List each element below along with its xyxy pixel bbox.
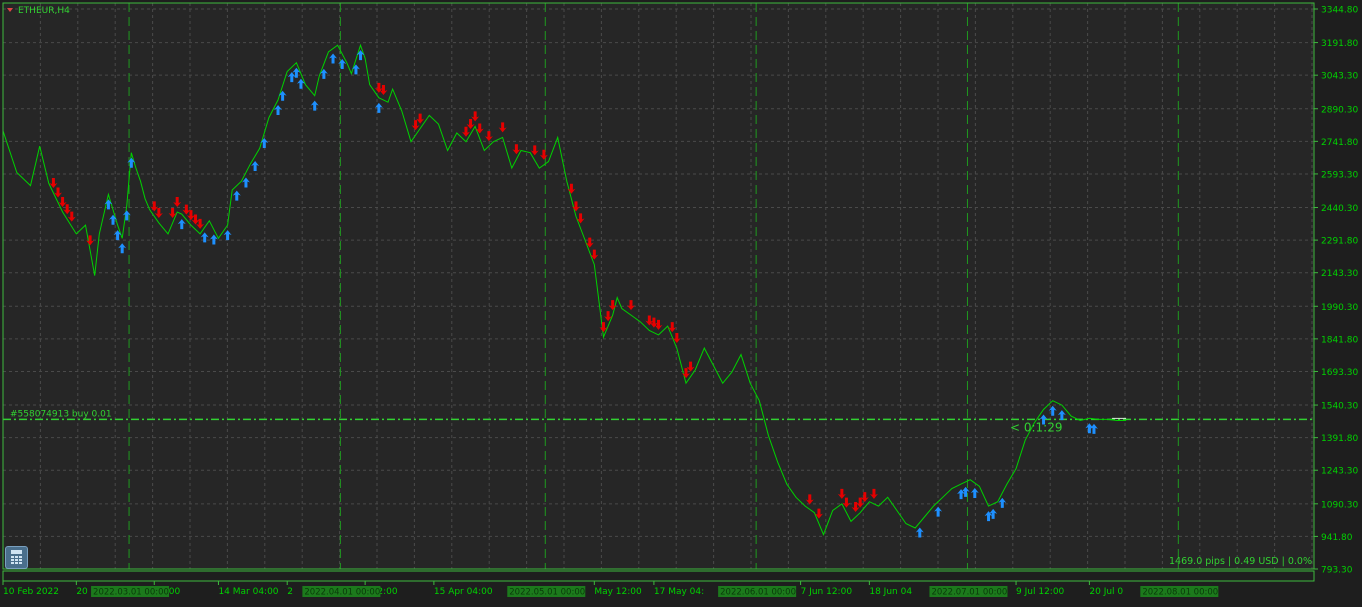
price-label: 3344.80 bbox=[1321, 6, 1358, 16]
price-label: 2143.30 bbox=[1321, 269, 1358, 279]
price-label: 1090.30 bbox=[1321, 500, 1358, 510]
separator-label: 2022.03.01 00:00 bbox=[93, 588, 169, 598]
price-label: 2593.30 bbox=[1321, 170, 1358, 180]
price-label: 1540.30 bbox=[1321, 402, 1358, 412]
calculator-button[interactable] bbox=[5, 546, 28, 569]
time-label: 20 bbox=[76, 587, 88, 597]
time-label: 9 Jul 12:00 bbox=[1016, 587, 1065, 597]
price-label: 2890.30 bbox=[1321, 105, 1358, 115]
price-label: 2741.80 bbox=[1321, 138, 1358, 148]
separator-label: 2022.08.01 00:00 bbox=[1142, 588, 1218, 598]
time-label: 2 bbox=[287, 587, 293, 597]
symbol-label: ETHEUR,H4 bbox=[18, 6, 70, 16]
price-label: 1990.30 bbox=[1321, 303, 1358, 313]
price-label: 1841.80 bbox=[1321, 335, 1358, 345]
time-label: 18 Jun 04 bbox=[869, 587, 912, 597]
price-label: 1243.30 bbox=[1321, 467, 1358, 477]
price-label: 1391.80 bbox=[1321, 434, 1358, 444]
plot-background bbox=[3, 3, 1314, 569]
trading-chart[interactable]: 3344.80 3191.80 3043.30 2890.30 2741.80 2593.… bbox=[0, 0, 1362, 603]
time-label: 15 Apr 04:00 bbox=[434, 587, 493, 597]
trade-label: #558074913 buy 0.01 bbox=[10, 409, 112, 419]
separator-label: 2022.04.01 00:00 bbox=[304, 588, 380, 598]
separator-label: 2022.07.01 00:00 bbox=[931, 588, 1007, 598]
price-label: 3191.80 bbox=[1321, 39, 1358, 49]
calculator-icon bbox=[11, 550, 22, 554]
chart-canvas[interactable]: 3344.80 3191.80 3043.30 2890.30 2741.80 2593.… bbox=[0, 0, 1362, 603]
status-readout: 1469.0 pips | 0.49 USD | 0.0% bbox=[1169, 556, 1312, 567]
price-label: 1693.30 bbox=[1321, 368, 1358, 378]
time-label: May 12:00 bbox=[594, 587, 642, 597]
time-label: 17 May 04: bbox=[654, 587, 704, 597]
time-label: 14 Mar 04:00 bbox=[218, 587, 278, 597]
price-label: 3043.30 bbox=[1321, 72, 1358, 82]
price-label: 941.80 bbox=[1321, 533, 1353, 543]
separator-label: 2022.06.01 00:00 bbox=[720, 588, 796, 598]
bar-timer: < 0:1:29 bbox=[1010, 420, 1063, 434]
calculator-keys bbox=[11, 556, 22, 565]
time-label: 20 Jul 0 bbox=[1089, 587, 1123, 597]
price-label: 2291.80 bbox=[1321, 237, 1358, 247]
separator-label: 2022.05.01 00:00 bbox=[509, 588, 585, 598]
price-label: 2440.30 bbox=[1321, 204, 1358, 214]
price-label: 793.30 bbox=[1321, 566, 1353, 576]
time-label: 10 Feb 2022 bbox=[3, 587, 59, 597]
time-label: 7 Jun 12:00 bbox=[801, 587, 853, 597]
